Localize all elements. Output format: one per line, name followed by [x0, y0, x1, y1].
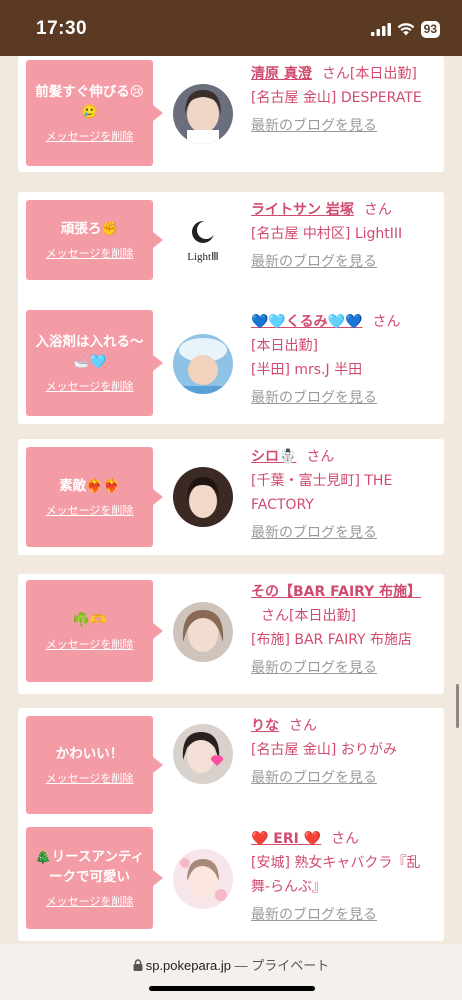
cast-info: シロ☃️ さん [千葉・富士見町] THE FACTORY 最新のブログを見る	[251, 445, 438, 545]
attendance-tag: [本日出勤]	[349, 66, 417, 82]
store-name: [名古屋 中村区] LightIII	[251, 226, 403, 242]
avatar[interactable]	[173, 602, 233, 662]
list-item: 入浴剤は入れる〜🛁🩵 メッセージを削除 💙🩵くるみ🩵💙 さん [本日出勤] [半田…	[18, 304, 444, 424]
cast-name-link[interactable]: りな	[251, 718, 279, 734]
latest-blog-link[interactable]: 最新のブログを見る	[251, 521, 377, 545]
cast-info: ライトサン 岩塚 さん [名古屋 中村区] LightIII 最新のブログを見る	[251, 198, 438, 274]
cast-info: りな さん [名古屋 金山] おりがみ 最新のブログを見る	[251, 714, 438, 790]
message-text: 🎄リースアンティークで可愛い	[34, 849, 145, 885]
url-display[interactable]: sp.pokepara.jp — プライベート	[0, 955, 462, 974]
message-bubble: 頑張ろ✊ メッセージを削除	[26, 200, 163, 280]
avatar[interactable]	[173, 334, 233, 394]
status-time: 17:30	[36, 18, 88, 39]
lock-icon	[133, 959, 143, 971]
signal-icon	[370, 23, 391, 36]
message-text: かわいい！	[55, 746, 124, 762]
latest-blog-link[interactable]: 最新のブログを見る	[251, 903, 377, 927]
cast-name-link[interactable]: ❤️ ERI ❤️	[251, 831, 321, 847]
private-mode-label: プライベート	[251, 958, 330, 973]
message-bubble: かわいい！ メッセージを削除	[26, 716, 163, 814]
cast-name-link[interactable]: 清原 真澄	[251, 66, 312, 82]
honorific: さん	[306, 449, 335, 465]
browser-url-bar[interactable]: sp.pokepara.jp — プライベート	[0, 944, 462, 1000]
message-bubble: 素敵❤️‍🔥❤️‍🔥 メッセージを削除	[26, 447, 163, 547]
status-bar: 17:30 93	[0, 0, 462, 56]
store-name: [布施] BAR FAIRY 布施店	[251, 632, 413, 648]
message-bubble: ☘️🫶 メッセージを削除	[26, 580, 163, 682]
avatar[interactable]: LightⅢ	[173, 210, 233, 270]
cast-info: 清原 真澄 さん[本日出勤] [名古屋 金山] DESPERATE 最新のブログを…	[251, 62, 438, 138]
store-logo-text: LightⅢ	[187, 251, 218, 263]
store-name: [安城] 熟女キャバクラ『乱舞-らんぶ』	[251, 855, 421, 895]
honorific: さん	[363, 202, 392, 218]
list-item: 頑張ろ✊ メッセージを削除 LightⅢ ライトサン 岩塚 さん [名古屋 中村区…	[18, 192, 444, 308]
list-item: かわいい！ メッセージを削除 りな さん [名古屋 金山] おりがみ 最新のブログ…	[18, 708, 444, 824]
delete-message-link[interactable]: メッセージを削除	[46, 770, 134, 786]
message-bubble: 前髪すぐ伸びる😢🥲 メッセージを削除	[26, 60, 163, 166]
list-item: ☘️🫶 メッセージを削除 その【BAR FAIRY 布施】さん[本日出勤] [布…	[18, 574, 444, 694]
message-bubble: 🎄リースアンティークで可愛い メッセージを削除	[26, 827, 163, 929]
avatar[interactable]	[173, 467, 233, 527]
honorific: さん	[289, 718, 317, 734]
favorites-list[interactable]: 前髪すぐ伸びる😢🥲 メッセージを削除 清原 真澄 さん[本日出勤] [名古屋 金山…	[0, 56, 462, 944]
avatar[interactable]	[173, 724, 233, 784]
honorific: さん	[331, 831, 360, 847]
cast-name-link[interactable]: 💙🩵くるみ🩵💙	[251, 314, 362, 330]
cast-info: その【BAR FAIRY 布施】さん[本日出勤] [布施] BAR FAIRY …	[251, 580, 438, 680]
honorific: さん	[372, 314, 401, 330]
message-text: 頑張ろ✊	[60, 221, 119, 237]
url-text: sp.pokepara.jp	[145, 958, 231, 973]
delete-message-link[interactable]: メッセージを削除	[46, 128, 134, 144]
latest-blog-link[interactable]: 最新のブログを見る	[251, 656, 377, 680]
cast-info: ❤️ ERI ❤️ さん [安城] 熟女キャバクラ『乱舞-らんぶ』 最新のブログを…	[251, 827, 438, 927]
delete-message-link[interactable]: メッセージを削除	[46, 245, 134, 261]
message-bubble: 入浴剤は入れる〜🛁🩵 メッセージを削除	[26, 310, 163, 416]
delete-message-link[interactable]: メッセージを削除	[46, 378, 134, 394]
delete-message-link[interactable]: メッセージを削除	[46, 502, 134, 518]
url-separator: —	[234, 958, 248, 973]
home-indicator[interactable]	[149, 986, 315, 991]
message-text: 前髪すぐ伸びる😢🥲	[35, 84, 144, 120]
honorific: さん	[321, 66, 350, 82]
avatar[interactable]	[173, 84, 233, 144]
avatar[interactable]	[173, 849, 233, 909]
latest-blog-link[interactable]: 最新のブログを見る	[251, 250, 377, 274]
battery-icon: 93	[420, 21, 440, 38]
list-item: 前髪すぐ伸びる😢🥲 メッセージを削除 清原 真澄 さん[本日出勤] [名古屋 金山…	[18, 56, 444, 172]
delete-message-link[interactable]: メッセージを削除	[46, 893, 134, 909]
honorific: さん	[261, 608, 289, 624]
cast-name-link[interactable]: ライトサン 岩塚	[251, 202, 354, 218]
store-name: [名古屋 金山] DESPERATE	[251, 90, 422, 106]
store-name: [本日出勤] [半田] mrs.J 半田	[251, 338, 363, 378]
list-item: 素敵❤️‍🔥❤️‍🔥 メッセージを削除 シロ☃️ さん [千葉・富士見町] THE…	[18, 439, 444, 555]
latest-blog-link[interactable]: 最新のブログを見る	[251, 766, 377, 790]
wifi-icon	[397, 23, 415, 36]
store-name: [名古屋 金山] おりがみ	[251, 742, 397, 758]
scrollbar[interactable]	[456, 684, 459, 728]
message-text: 素敵❤️‍🔥❤️‍🔥	[59, 478, 120, 494]
attendance-tag: [本日出勤]	[289, 608, 356, 624]
cast-name-link[interactable]: シロ☃️	[251, 449, 296, 465]
message-text: ☘️🫶	[72, 612, 107, 628]
message-text: 入浴剤は入れる〜🛁🩵	[35, 334, 144, 370]
latest-blog-link[interactable]: 最新のブログを見る	[251, 114, 377, 138]
status-icons: 93	[370, 21, 440, 38]
delete-message-link[interactable]: メッセージを削除	[46, 636, 134, 652]
list-item: 🎄リースアンティークで可愛い メッセージを削除 ❤️ ERI ❤️ さん [安城]…	[18, 821, 444, 941]
cast-info: 💙🩵くるみ🩵💙 さん [本日出勤] [半田] mrs.J 半田 最新のブログを見る	[251, 310, 438, 410]
latest-blog-link[interactable]: 最新のブログを見る	[251, 386, 377, 410]
store-name: [千葉・富士見町] THE FACTORY	[251, 473, 393, 513]
cast-name-link[interactable]: その【BAR FAIRY 布施】	[251, 584, 421, 600]
